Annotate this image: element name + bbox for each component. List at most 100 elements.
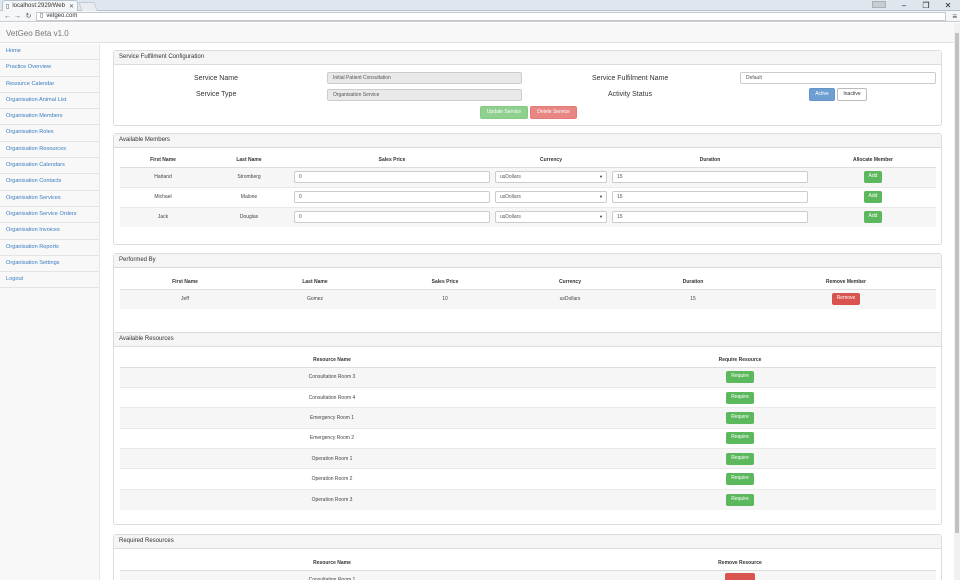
sidebar-item-reports[interactable]: Organisation Reports <box>0 240 99 256</box>
page-icon: ▯ <box>40 13 44 19</box>
require-resource-button[interactable]: Require <box>726 493 754 506</box>
table-row: Jeff Gomez 10 usDollars 15 Remove <box>120 288 936 309</box>
service-name-label: Service Name <box>194 75 238 82</box>
require-resource-button[interactable]: Require <box>726 452 754 465</box>
available-resources-panel: Available Resources Resource Name Requir… <box>113 332 942 525</box>
sidebar-item-settings[interactable]: Organisation Settings <box>0 256 99 273</box>
duration-input[interactable]: 15 <box>612 191 808 203</box>
currency-select[interactable]: usDollars ▼ <box>495 171 607 183</box>
service-name-field[interactable]: Initial Patient Consultation <box>327 72 522 84</box>
new-tab-button[interactable] <box>78 2 98 11</box>
currency-value: usDollars <box>500 214 521 221</box>
column-header-first-name: First Name <box>120 154 206 168</box>
close-window-icon[interactable]: ✕ <box>937 0 959 11</box>
sidebar-item-practice-overview[interactable]: Practice Overview <box>0 60 99 77</box>
sidebar-item-logout[interactable]: Logout <box>0 272 99 289</box>
resource-name: Consultation Room 3 <box>120 366 544 388</box>
member-first-name: Harland <box>120 166 206 187</box>
update-service-button[interactable]: Update Service <box>480 106 528 119</box>
minimize-icon[interactable]: – <box>893 0 915 11</box>
column-header-last-name: Last Name <box>250 276 380 290</box>
table-row: Consultation Room 3 Require <box>120 366 936 388</box>
app-brand[interactable]: VetGeo Beta v1.0 <box>6 29 69 38</box>
user-profile-badge[interactable] <box>872 1 886 8</box>
require-resource-button[interactable]: Require <box>726 432 754 445</box>
require-resource-button[interactable]: Require <box>726 371 754 384</box>
url-text: vetgeo.com <box>46 13 78 19</box>
remove-resource-button[interactable] <box>725 573 755 580</box>
require-resource-button[interactable]: Require <box>726 411 754 424</box>
sidebar-item-animal-list[interactable]: Organisation Animal List <box>0 93 99 110</box>
require-resource-button[interactable]: Require <box>726 473 754 486</box>
sales-price-input[interactable]: 0 <box>294 171 490 183</box>
column-header-resource-name: Resource Name <box>120 557 544 571</box>
column-header-last-name: Last Name <box>206 154 292 168</box>
table-row: Consultation Room 4 Require <box>120 386 936 408</box>
browser-tab[interactable]: ▯ localhost:2929/Web ✕ <box>2 0 78 11</box>
add-member-button[interactable]: Add <box>863 211 883 224</box>
require-resource-button[interactable]: Require <box>726 391 754 404</box>
required-resources-table: Resource Name Remove Resource Consultati… <box>120 557 936 580</box>
sales-price-input[interactable]: 0 <box>294 211 490 224</box>
sidebar-item-resources[interactable]: Organisation Resources <box>0 142 99 159</box>
table-row: Operation Room 2 Require <box>120 468 936 490</box>
sales-price-input[interactable]: 0 <box>294 191 490 203</box>
sidebar-item-calendars[interactable]: Organisation Calendars <box>0 158 99 175</box>
remove-member-button[interactable]: Remove <box>831 293 861 306</box>
close-tab-icon[interactable]: ✕ <box>69 3 74 10</box>
sidebar-item-members[interactable]: Organisation Members <box>0 109 99 126</box>
sidebar-item-resource-calendar[interactable]: Resource Calendar <box>0 77 99 93</box>
sidebar-item-invoices[interactable]: Organisation Invoices <box>0 223 99 240</box>
inactive-toggle-button[interactable]: Inactive <box>837 88 867 101</box>
address-bar: ← → ↻ ▯ vetgeo.com ≡ <box>0 11 960 22</box>
column-header-require-resource: Require Resource <box>544 354 936 368</box>
member-duration: 15 <box>630 288 756 309</box>
currency-select[interactable]: usDollars ▼ <box>495 191 607 203</box>
sidebar: Home Practice Overview Resource Calendar… <box>0 44 100 580</box>
performed-by-table: First Name Last Name Sales Price Currenc… <box>120 276 936 309</box>
available-members-heading: Available Members <box>114 134 941 148</box>
reload-icon[interactable]: ↻ <box>24 11 33 22</box>
add-member-button[interactable]: Add <box>863 191 883 203</box>
url-field[interactable]: ▯ vetgeo.com <box>36 12 946 21</box>
sidebar-item-home[interactable]: Home <box>0 44 99 61</box>
resource-name: Consultation Room 4 <box>120 386 544 408</box>
resource-name: Emergency Room 2 <box>120 427 544 449</box>
table-row: Operation Room 3 Require <box>120 488 936 510</box>
available-resources-heading: Available Resources <box>114 333 941 347</box>
fulfilment-name-field[interactable]: Default <box>740 72 936 84</box>
member-last-name: Gomez <box>250 288 380 309</box>
column-header-currency: Currency <box>510 276 630 290</box>
sidebar-item-contacts[interactable]: Organisation Contacts <box>0 174 99 191</box>
sidebar-item-services[interactable]: Organisation Services <box>0 191 99 207</box>
main-content: Service Fulfilment Configuration Service… <box>100 44 954 580</box>
currency-select[interactable]: usDollars ▼ <box>495 211 607 224</box>
restore-icon[interactable]: ❐ <box>915 0 937 11</box>
member-currency: usDollars <box>510 288 630 309</box>
table-row: Consultation Room 1 <box>120 569 936 580</box>
available-members-table: First Name Last Name Sales Price Currenc… <box>120 154 936 227</box>
hamburger-menu-icon[interactable]: ≡ <box>952 11 957 22</box>
scrollbar-thumb[interactable] <box>955 33 959 533</box>
duration-input[interactable]: 15 <box>612 171 808 183</box>
column-header-currency: Currency <box>492 154 610 168</box>
sidebar-item-service-orders[interactable]: Organisation Service Orders <box>0 207 99 224</box>
performed-by-heading: Performed By <box>114 254 941 268</box>
service-type-field[interactable]: Organisation Service <box>327 89 522 101</box>
required-resources-heading: Required Resources <box>114 535 941 549</box>
add-member-button[interactable]: Add <box>863 171 883 183</box>
back-arrow-icon[interactable]: ← <box>3 11 12 22</box>
delete-service-button[interactable]: Delete Service <box>530 106 577 119</box>
page-scrollbar[interactable] <box>954 23 960 580</box>
sidebar-item-roles[interactable]: Organisation Roles <box>0 125 99 142</box>
resource-name: Operation Room 1 <box>120 448 544 469</box>
forward-arrow-icon[interactable]: → <box>13 11 22 22</box>
member-first-name: Michael <box>120 186 206 207</box>
duration-input[interactable]: 15 <box>612 211 808 224</box>
available-members-panel: Available Members First Name Last Name S… <box>113 133 942 245</box>
browser-tab-bar: ▯ localhost:2929/Web ✕ – ❐ ✕ <box>0 0 960 11</box>
resource-name: Emergency Room 1 <box>120 407 544 429</box>
config-panel: Service Fulfilment Configuration Service… <box>113 50 942 126</box>
currency-value: usDollars <box>500 194 521 200</box>
active-toggle-button[interactable]: Active <box>809 88 835 101</box>
